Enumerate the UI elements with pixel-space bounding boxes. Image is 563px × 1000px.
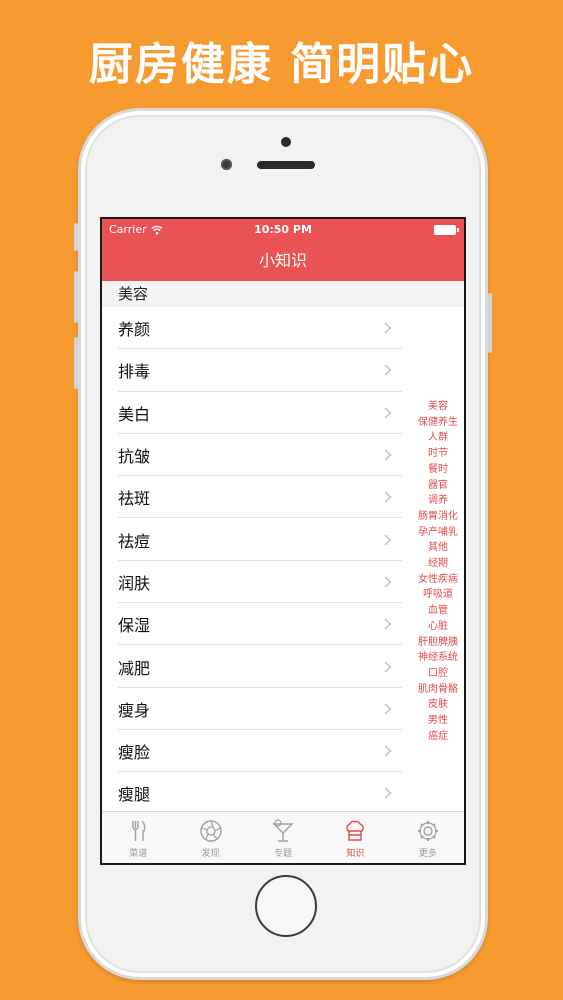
index-item[interactable]: 肌肉骨骼 (418, 682, 458, 698)
chevron-right-icon (384, 703, 392, 715)
tab-more[interactable]: 更多 (392, 812, 464, 863)
fork-knife-icon (132, 820, 146, 841)
nav-bar: 小知识 (102, 241, 464, 281)
list-item-label: 祛斑 (118, 489, 151, 509)
phone-frame: Carrier 10:50 PM 小知识 美容 养颜 排毒 美白 抗皱 祛斑 祛 (74, 108, 492, 980)
index-item[interactable]: 心脏 (428, 619, 448, 635)
tab-label: 知识 (346, 849, 365, 859)
list-item-label: 抗皱 (118, 447, 151, 467)
list-item-label: 瘦身 (118, 700, 151, 720)
tab-label: 专题 (274, 849, 293, 859)
index-item[interactable]: 神经系统 (418, 650, 458, 666)
chevron-right-icon (384, 534, 392, 546)
list-item[interactable]: 养颜 (102, 307, 402, 350)
list-item-label: 排毒 (118, 362, 151, 382)
list-item-label: 润肤 (118, 573, 151, 593)
gear-icon (417, 821, 438, 841)
topic-list: 养颜 排毒 美白 抗皱 祛斑 祛痘 润肤 保湿 减肥 瘦身 瘦脸 瘦腿 (102, 307, 402, 813)
list-item-label: 美白 (118, 404, 151, 424)
tab-label: 更多 (418, 849, 437, 859)
sensor-dot (281, 137, 291, 147)
tab-topics[interactable]: 专题 (247, 812, 319, 863)
list-item[interactable]: 瘦腿 (102, 772, 402, 813)
promo-headline: 厨房健康 简明贴心 (88, 39, 475, 90)
tab-label: 菜谱 (129, 849, 148, 859)
chevron-right-icon (384, 660, 392, 673)
index-item[interactable]: 肝胆脾胰 (418, 635, 458, 651)
index-item[interactable]: 时节 (428, 446, 448, 462)
earpiece-speaker (257, 161, 315, 169)
section-header: 美容 (102, 281, 464, 307)
list-item-label: 保湿 (118, 616, 151, 636)
list-item[interactable]: 瘦身 (102, 688, 402, 731)
cocktail-icon (272, 819, 294, 842)
index-item[interactable]: 癌症 (428, 729, 448, 745)
index-item[interactable]: 经期 (428, 556, 448, 572)
volume-up-button (74, 271, 78, 323)
battery-icon (434, 225, 459, 235)
list-item[interactable]: 美白 (102, 392, 402, 435)
volume-down-button (74, 337, 78, 389)
home-button[interactable] (255, 875, 317, 937)
front-camera (221, 159, 232, 170)
index-item[interactable]: 调养 (428, 493, 448, 509)
tab-discover[interactable]: 发现 (174, 812, 246, 863)
power-button (488, 293, 492, 353)
index-item[interactable]: 餐时 (428, 462, 448, 478)
list-item[interactable]: 抗皱 (102, 434, 402, 477)
chevron-right-icon (384, 491, 392, 503)
section-index-bar[interactable]: 美容 保健养生 人群 时节 餐时 器官 调养 肠胃消化 孕产哺乳 其他 经期 女… (414, 399, 462, 744)
tab-label: 发现 (201, 849, 220, 859)
chevron-right-icon (384, 449, 392, 461)
chevron-right-icon (384, 787, 392, 799)
index-item[interactable]: 人群 (428, 430, 448, 446)
chevron-right-icon (384, 407, 392, 419)
index-item[interactable]: 孕产哺乳 (418, 525, 458, 541)
index-item[interactable]: 保健养生 (418, 415, 458, 431)
knowledge-list-view[interactable]: 美容 养颜 排毒 美白 抗皱 祛斑 祛痘 润肤 保湿 减肥 瘦身 瘦脸 瘦腿 美… (102, 281, 464, 813)
mute-switch (74, 223, 78, 251)
index-item[interactable]: 男性 (428, 713, 448, 729)
index-item[interactable]: 美容 (428, 399, 448, 415)
app-screen: Carrier 10:50 PM 小知识 美容 养颜 排毒 美白 抗皱 祛斑 祛 (100, 217, 466, 865)
index-item[interactable]: 呼吸道 (423, 587, 453, 603)
chevron-right-icon (384, 364, 392, 376)
chevron-right-icon (384, 322, 392, 334)
tab-knowledge[interactable]: 知识 (319, 812, 391, 863)
list-item[interactable]: 祛斑 (102, 476, 402, 519)
list-item-label: 养颜 (118, 320, 151, 340)
aperture-icon (199, 820, 222, 842)
index-item[interactable]: 口腔 (428, 666, 448, 682)
list-item[interactable]: 保湿 (102, 603, 402, 646)
status-bar: Carrier 10:50 PM (102, 219, 464, 241)
list-item-label: 减肥 (118, 658, 151, 678)
list-item[interactable]: 排毒 (102, 349, 402, 392)
index-item[interactable]: 其他 (428, 540, 448, 556)
list-item-label: 祛痘 (118, 531, 151, 551)
nav-title: 小知识 (258, 251, 307, 270)
chef-hat-icon (346, 820, 365, 841)
chevron-right-icon (384, 618, 392, 630)
status-time: 10:50 PM (254, 223, 312, 236)
tab-bar: 菜谱 发现 专题 知识 更多 (102, 811, 464, 863)
list-item[interactable]: 润肤 (102, 561, 402, 604)
list-item-label: 瘦脸 (118, 743, 151, 763)
list-item[interactable]: 瘦脸 (102, 730, 402, 773)
tab-recipes[interactable]: 菜谱 (102, 812, 174, 863)
index-item[interactable]: 血管 (428, 603, 448, 619)
index-item[interactable]: 女性疾病 (418, 572, 458, 588)
chevron-right-icon (384, 576, 392, 588)
list-item[interactable]: 祛痘 (102, 518, 402, 562)
chevron-right-icon (384, 745, 392, 757)
index-item[interactable]: 皮肤 (428, 697, 448, 713)
index-item[interactable]: 器官 (428, 478, 448, 494)
list-item[interactable]: 减肥 (102, 645, 402, 688)
list-item-label: 瘦腿 (118, 785, 151, 805)
index-item[interactable]: 肠胃消化 (418, 509, 458, 525)
